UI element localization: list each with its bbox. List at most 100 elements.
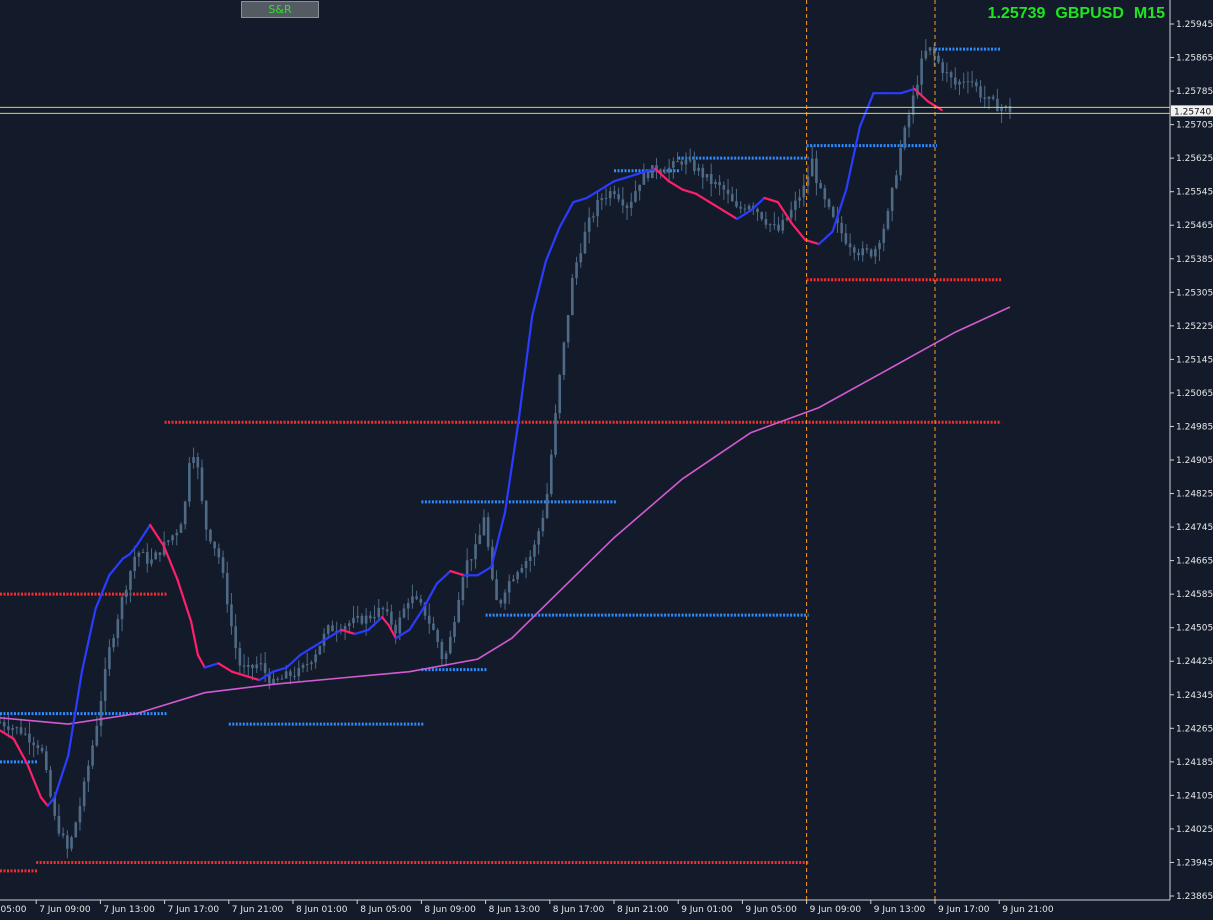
candle-body: [735, 201, 738, 207]
symbol-name: GBPUSD: [1055, 5, 1124, 22]
candle-body: [852, 247, 856, 253]
candle-body: [650, 165, 654, 179]
candle-body: [979, 86, 982, 98]
candle-body: [945, 72, 949, 74]
candle-body: [66, 835, 69, 849]
candle-body: [667, 167, 671, 173]
ma-fast-segment-down: [449, 569, 466, 577]
time-axis: 7 Jun 05:00 7 Jun 09:00 7 Jun 13:00 7 Jun 1…: [0, 899, 1170, 915]
candle-body: [583, 231, 587, 254]
candle-body: [44, 751, 48, 770]
candle-body: [760, 212, 764, 220]
candle-body: [617, 194, 620, 200]
candle-body: [688, 159, 692, 161]
ma-fast-segment-down: [0, 729, 15, 740]
ma-fast-segment-up: [394, 628, 411, 640]
time-tick-label: 9 Jun 05:00: [745, 905, 797, 915]
candle-body: [301, 664, 305, 668]
price-tick-label: 1.25385: [1176, 255, 1213, 265]
candle-body: [15, 727, 19, 729]
candle-body: [575, 262, 578, 279]
time-tick-label: 8 Jun 01:00: [296, 905, 348, 915]
candle-body: [263, 663, 267, 673]
candle-body: [937, 55, 940, 63]
candle-body: [646, 171, 650, 179]
candle-body: [680, 161, 684, 165]
candle-body: [1000, 107, 1003, 112]
candle-body: [899, 148, 902, 176]
ma-fast-segment-up: [94, 574, 111, 610]
ma-fast-segment-up: [735, 209, 752, 221]
candle-body: [903, 127, 907, 149]
candle-body: [175, 532, 179, 536]
candle-body: [171, 535, 174, 541]
price-chart[interactable]: 1.25945 1.25865 1.25785 1.25705 1.25625 1.255…: [0, 0, 1213, 920]
candle-body: [61, 833, 65, 836]
ma-fast-segment-up: [899, 87, 916, 95]
candle-body: [507, 581, 511, 593]
candle-body: [167, 540, 170, 543]
candle-body: [360, 615, 364, 624]
candle-body: [49, 769, 52, 797]
sr-toggle-button[interactable]: S&R: [241, 1, 319, 18]
candle-body: [592, 216, 595, 218]
ma-fast-segment-down: [217, 662, 234, 673]
ma-fast-segment-down: [196, 653, 206, 669]
candle-body: [781, 219, 785, 231]
candle-body: [331, 625, 334, 632]
candle-body: [545, 493, 549, 518]
candle-body: [289, 671, 292, 676]
price-tick-label: 1.24425: [1176, 657, 1213, 667]
price-axis: 1.25945 1.25865 1.25785 1.25705 1.25625 1.255…: [1169, 0, 1213, 902]
candle-body: [352, 617, 355, 624]
candle-body: [297, 667, 301, 677]
time-tick-label: 7 Jun 05:00: [0, 905, 27, 915]
ma-fast-segment-down: [694, 192, 711, 204]
candle-body: [318, 645, 322, 655]
candle-body: [470, 559, 473, 561]
candle-body: [499, 600, 503, 604]
price-tick-label: 1.24505: [1176, 624, 1213, 634]
price-tick-label: 1.25225: [1176, 322, 1213, 332]
candle-body: [2, 722, 6, 727]
candle-body: [385, 609, 389, 612]
candle-body: [600, 198, 604, 201]
candle-body: [743, 208, 747, 210]
time-tick-label: 7 Jun 21:00: [232, 905, 284, 915]
price-tick-label: 1.25145: [1176, 355, 1213, 365]
ma-fast-segment-down: [162, 544, 179, 581]
price-tick-label: 1.25545: [1176, 188, 1213, 198]
price-tick-label: 1.24345: [1176, 691, 1213, 701]
candle-body: [747, 205, 751, 210]
candle-body: [709, 173, 713, 185]
candle-body: [19, 727, 23, 734]
candle-body: [23, 733, 27, 735]
candle-body: [221, 557, 225, 573]
price-tick-label: 1.23945: [1176, 858, 1213, 868]
ma-fast-segment-up: [326, 628, 343, 640]
price-tick-label: 1.25465: [1176, 221, 1213, 231]
ma-fast-segment-down: [667, 180, 684, 191]
candle-body: [440, 641, 444, 660]
candle-body: [528, 556, 532, 562]
price-tick-label: 1.25065: [1176, 389, 1213, 399]
ma-fast-segment-up: [858, 92, 875, 128]
candle-body: [802, 185, 806, 198]
candle-body: [890, 187, 894, 211]
candle-body: [768, 224, 772, 226]
candle-body: [406, 603, 410, 609]
candle-body: [726, 189, 730, 195]
ma-fast-segment-up: [626, 171, 643, 179]
candle-body: [596, 200, 599, 217]
ma-fast-segment-down: [708, 201, 725, 212]
candle-body: [608, 191, 612, 199]
candle-body: [204, 500, 208, 530]
candle-body: [209, 529, 212, 542]
time-tick-label: 9 Jun 01:00: [681, 905, 733, 915]
candle-body: [419, 599, 423, 603]
candle-body: [390, 611, 393, 625]
candle-body: [145, 552, 149, 564]
candle-body: [810, 158, 814, 177]
candle-body: [878, 242, 881, 250]
candle-body: [432, 623, 435, 630]
